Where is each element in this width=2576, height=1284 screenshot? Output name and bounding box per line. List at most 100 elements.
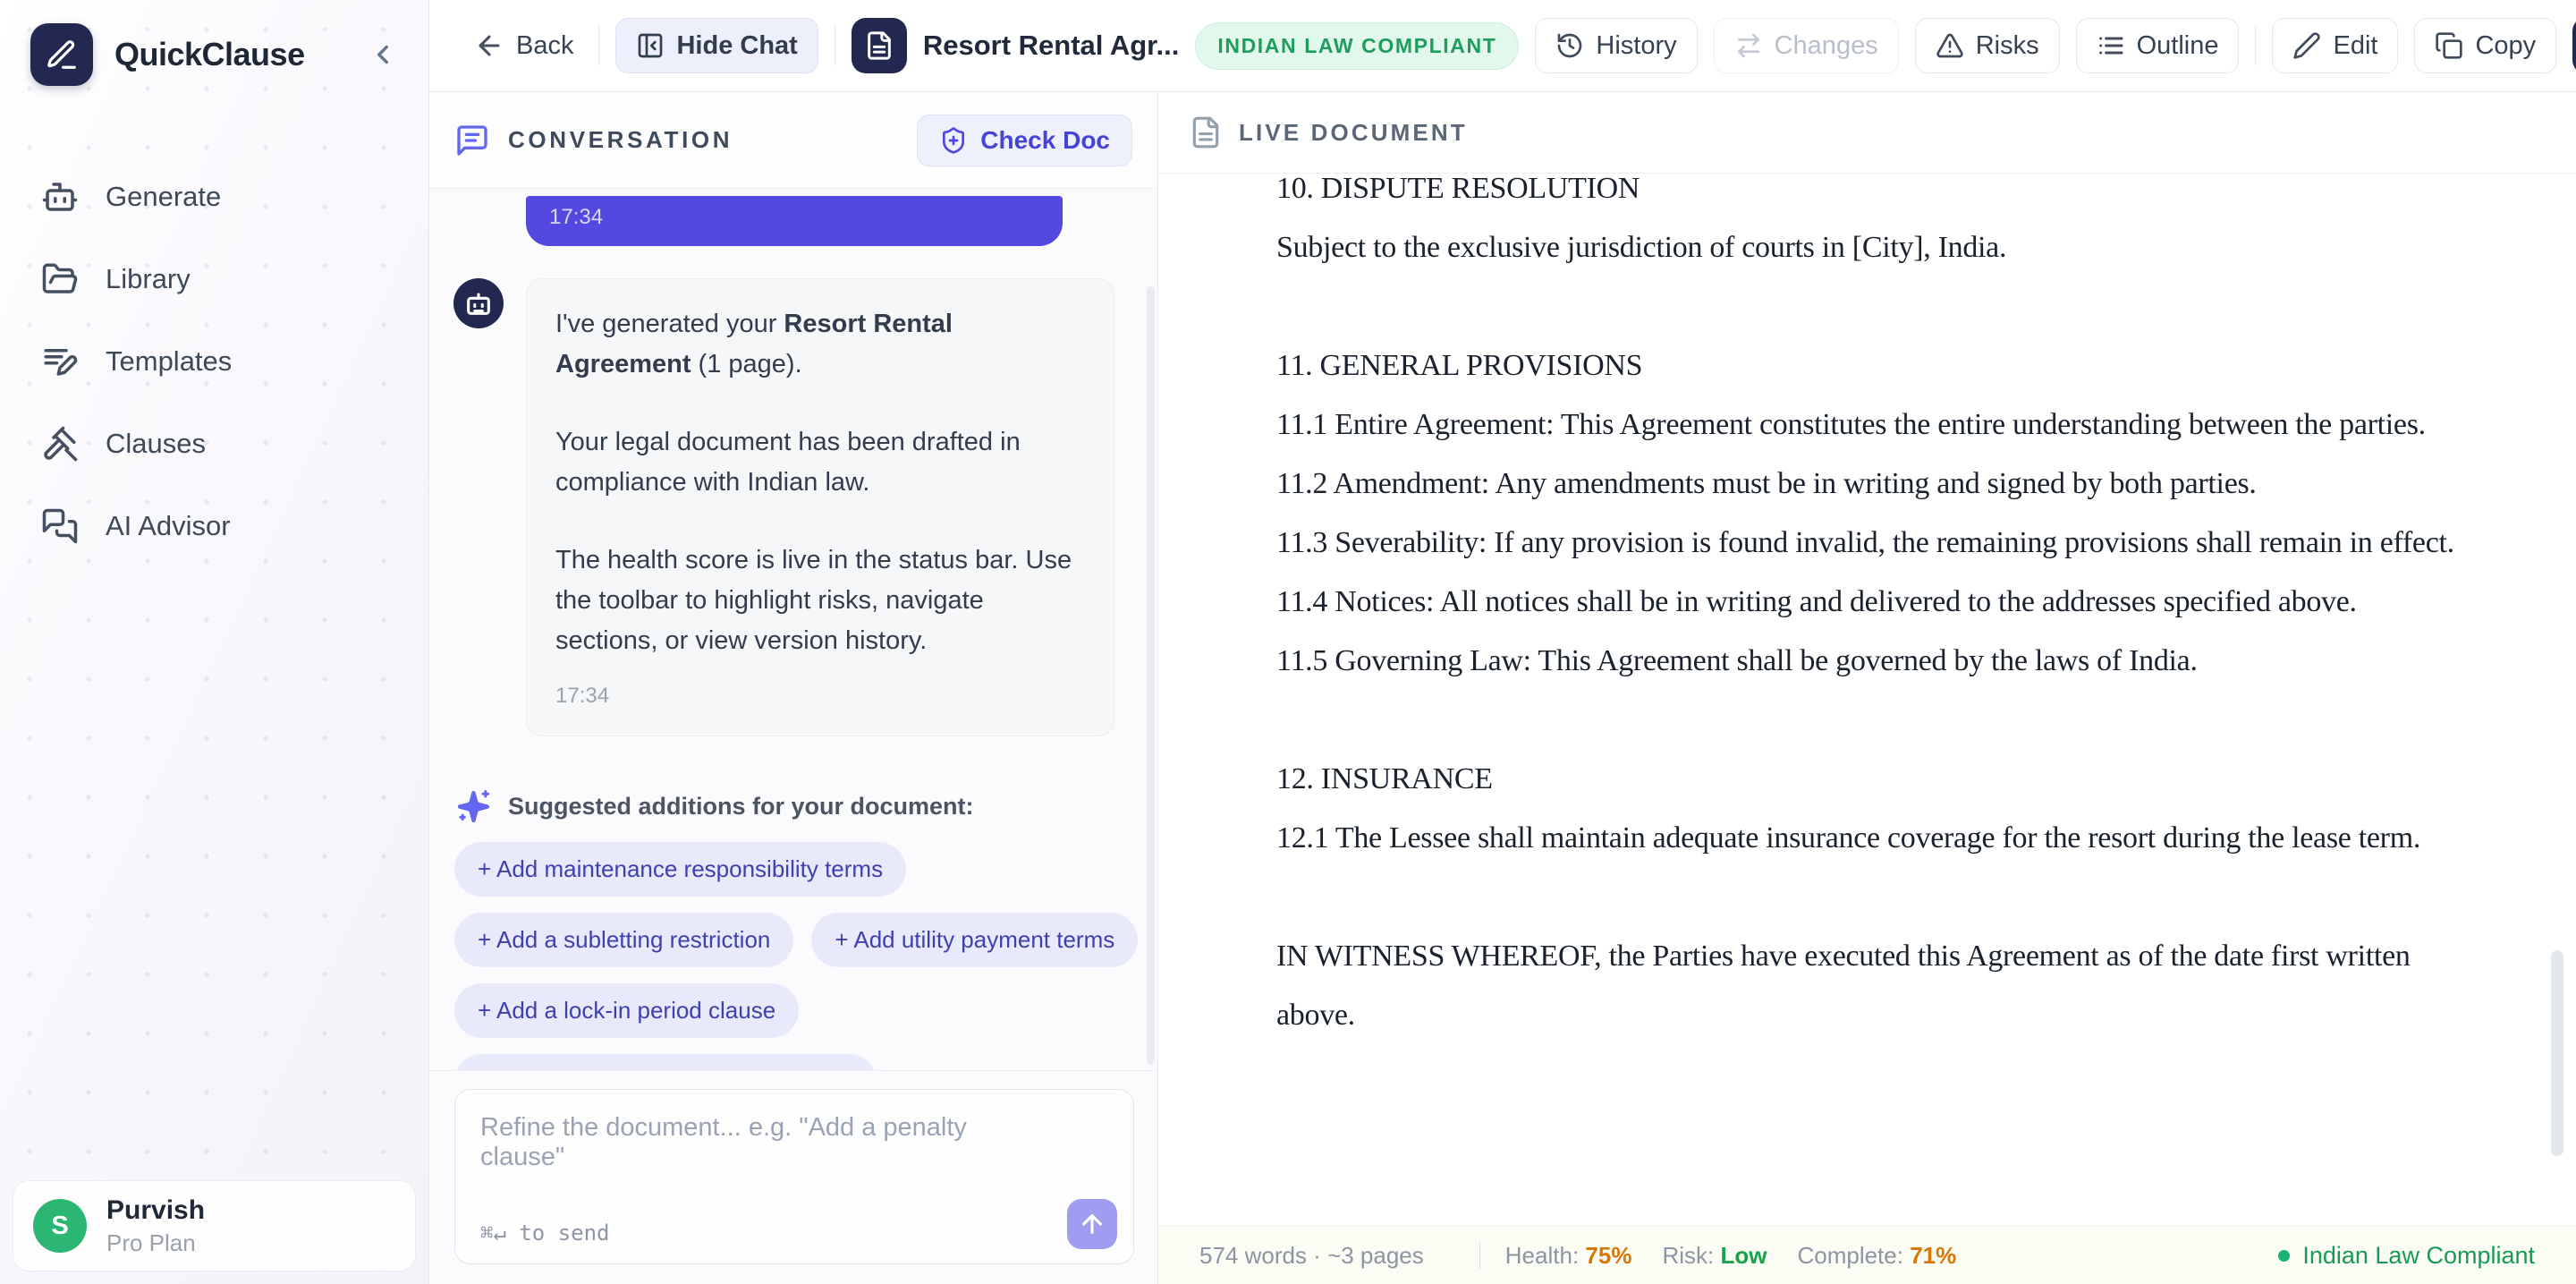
chat-scrollbar[interactable] (1147, 286, 1155, 1065)
sidebar-item-clauses[interactable]: Clauses (0, 403, 428, 485)
changes-button[interactable]: Changes (1714, 18, 1899, 73)
sidebar: QuickClause Generate Library Templates (0, 0, 429, 1284)
bot-avatar-icon (453, 278, 504, 328)
edit-button[interactable]: Edit (2272, 18, 2398, 73)
status-bar: 574 words · ~3 pages Health: 75% Risk: L… (1158, 1226, 2576, 1284)
hide-chat-button[interactable]: Hide Chat (615, 18, 818, 73)
doc-paragraph: 11.2 Amendment: Any amendments must be i… (1276, 455, 2488, 514)
sidebar-item-library[interactable]: Library (0, 238, 428, 320)
suggestion-chip[interactable]: + Add utility payment terms (811, 913, 1138, 967)
conversation-panel: CONVERSATION Check Doc 17:34 I've genera… (429, 92, 1158, 1284)
doc-paragraph: 11.4 Notices: All notices shall be in wr… (1276, 573, 2488, 632)
file-text-icon (864, 30, 894, 61)
document-body: 10. DISPUTE RESOLUTION Subject to the ex… (1158, 174, 2576, 1226)
doc-heading: 11. GENERAL PROVISIONS (1276, 336, 2488, 395)
gavel-icon (41, 425, 79, 463)
health-stat: Health: 75% (1505, 1242, 1632, 1270)
copy-label: Copy (2475, 31, 2536, 61)
app-title: QuickClause (114, 36, 362, 73)
outline-label: Outline (2137, 31, 2219, 61)
shield-plus-icon (939, 126, 968, 155)
sidebar-item-ai-advisor[interactable]: AI Advisor (0, 485, 428, 567)
copy-icon (2435, 31, 2463, 60)
sidebar-item-label: AI Advisor (106, 510, 231, 542)
ai-message-row: I've generated your Resort Rental Agreem… (429, 278, 1157, 736)
back-button[interactable]: Back (465, 18, 582, 73)
check-doc-button[interactable]: Check Doc (917, 115, 1132, 166)
arrow-left-icon (474, 30, 504, 61)
robot-icon (41, 178, 79, 216)
chat-input[interactable] (455, 1090, 1133, 1263)
panel-close-icon (636, 31, 665, 60)
suggestions-block: Suggested additions for your document: +… (429, 787, 1157, 1070)
doc-paragraph: 11.1 Entire Agreement: This Agreement co… (1276, 395, 2488, 455)
history-label: History (1596, 31, 1676, 61)
doc-paragraph: Subject to the exclusive jurisdiction of… (1276, 218, 2488, 277)
doc-paragraph: IN WITNESS WHEREOF, the Parties have exe… (1276, 927, 2488, 1045)
compliance-status: Indian Law Compliant (2278, 1242, 2535, 1270)
conversation-header: CONVERSATION Check Doc (429, 92, 1157, 189)
green-dot-icon (2278, 1250, 2290, 1262)
risk-value: Low (1720, 1242, 1767, 1269)
risks-button[interactable]: Risks (1915, 18, 2060, 73)
chat-bubble-icon (454, 123, 490, 158)
message-time: 17:34 (549, 205, 1063, 230)
messages-icon (41, 507, 79, 545)
sidebar-collapse-button[interactable] (362, 34, 403, 75)
document-title: Resort Rental Agr... (923, 30, 1180, 62)
sidebar-nav: Generate Library Templates Clauses AI Ad… (0, 156, 428, 567)
user-card[interactable]: S Purvish Pro Plan (13, 1180, 416, 1271)
sidebar-item-generate[interactable]: Generate (0, 156, 428, 238)
chevron-left-icon (368, 39, 398, 70)
compliance-badge: INDIAN LAW COMPLIANT (1195, 22, 1519, 70)
divider (598, 26, 599, 65)
sidebar-item-templates[interactable]: Templates (0, 320, 428, 403)
sparkles-icon (454, 787, 494, 826)
pencil-icon (2292, 31, 2321, 60)
suggestion-chip[interactable]: + Add a lock-in period clause (454, 983, 799, 1038)
folder-open-icon (41, 260, 79, 298)
document-icon-badge (852, 18, 907, 73)
chat-input-area: ⌘↵ to send (429, 1070, 1157, 1284)
complete-value: 71% (1910, 1242, 1956, 1269)
suggestion-chip[interactable]: + Add a subletting restriction (454, 913, 793, 967)
conversation-title: CONVERSATION (508, 126, 917, 154)
divider (2255, 26, 2256, 65)
send-button[interactable] (1067, 1199, 1117, 1249)
compliance-label: Indian Law Compliant (2302, 1242, 2535, 1270)
hide-chat-label: Hide Chat (676, 31, 797, 61)
avatar: S (33, 1199, 87, 1253)
outline-button[interactable]: Outline (2076, 18, 2240, 73)
list-icon (2097, 31, 2125, 60)
live-document-panel: LIVE DOCUMENT 10. DISPUTE RESOLUTION Sub… (1158, 92, 2576, 1226)
doc-paragraph: 12.1 The Lessee shall maintain adequate … (1276, 809, 2488, 868)
history-icon (1555, 31, 1584, 60)
message-time: 17:34 (555, 676, 1085, 716)
live-document-title: LIVE DOCUMENT (1239, 119, 1468, 147)
edit-label: Edit (2333, 31, 2377, 61)
ai-message-p1: I've generated your Resort Rental Agreem… (555, 304, 1085, 385)
divider (1479, 1242, 1480, 1269)
check-doc-label: Check Doc (980, 126, 1110, 155)
doc-paragraph: 11.3 Severability: If any provision is f… (1276, 514, 2488, 573)
doc-heading: 12. INSURANCE (1276, 750, 2488, 809)
list-pen-icon (41, 343, 79, 380)
history-button[interactable]: History (1535, 18, 1697, 73)
suggestion-chip[interactable]: + Add police verification requirement (454, 1054, 877, 1070)
export-pdf-button[interactable]: Export PDF (2572, 17, 2576, 74)
back-label: Back (516, 31, 573, 61)
doc-heading: 10. DISPUTE RESOLUTION (1276, 174, 2488, 218)
alert-triangle-icon (1936, 31, 1964, 60)
sidebar-item-label: Library (106, 263, 191, 295)
suggestion-chip[interactable]: + Add maintenance responsibility terms (454, 842, 906, 897)
ai-message-p3: The health score is live in the status b… (555, 540, 1085, 661)
sidebar-item-label: Clauses (106, 428, 206, 460)
sidebar-item-label: Generate (106, 181, 221, 213)
document-scrollbar[interactable] (2551, 950, 2563, 1156)
arrow-up-icon (1078, 1210, 1106, 1238)
changes-label: Changes (1775, 31, 1878, 61)
copy-button[interactable]: Copy (2414, 18, 2556, 73)
complete-stat: Complete: 71% (1797, 1242, 1956, 1270)
user-message-bubble: 17:34 (526, 196, 1063, 246)
compare-arrows-icon (1734, 31, 1763, 60)
